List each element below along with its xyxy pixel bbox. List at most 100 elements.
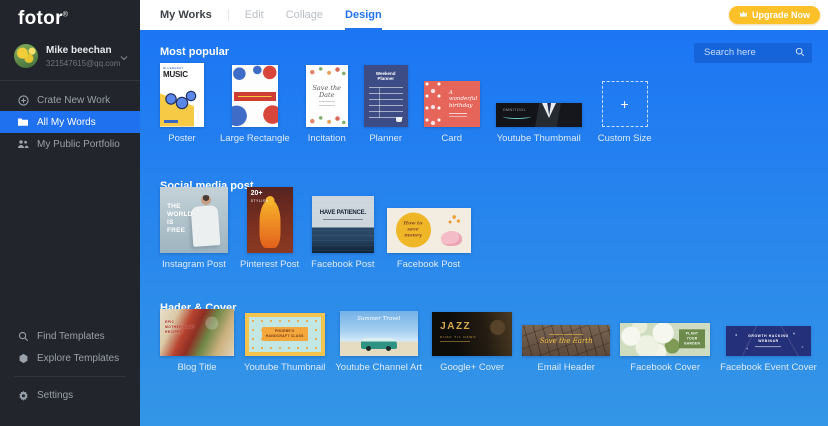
template-card-card[interactable]: A wonderful birthday Card (424, 81, 480, 144)
template-label: Youtube Thumbmail (497, 133, 581, 144)
facebook-post-thumbnail[interactable]: HAVE PATIENCE. (312, 196, 374, 253)
most-popular-row: BLUEBERRY MUSIC Poster Large Rectangle S… (160, 79, 812, 144)
template-card-blog-title[interactable]: EPIC MOTHER'S DAY RECIPES Blog Title (160, 309, 234, 373)
template-card-custom-size[interactable]: + Custom Size (598, 81, 652, 144)
sidebar-item-settings[interactable]: Settings (0, 384, 140, 406)
main-area: My Works Edit Collage Design Upgrade Now… (140, 0, 828, 426)
pinterest-post-thumbnail[interactable]: 20+ STYLISH (247, 187, 293, 253)
sidebar-item-my-public-portfolio[interactable]: My Public Portfolio (0, 133, 140, 155)
pinterest-big-text: 20+ (251, 190, 263, 197)
top-navigation-bar: My Works Edit Collage Design Upgrade Now (140, 0, 828, 30)
search-icon (17, 330, 29, 342)
template-card-facebook-event-cover[interactable]: GROWTH HACKING WEBINAR Facebook Event Co… (720, 326, 817, 373)
template-card-youtube-thumbnail[interactable]: PHOEBE'S HANDCRAFT CLASS Youtube Thumbna… (244, 313, 325, 373)
template-card-large-rectangle[interactable]: Large Rectangle (220, 65, 290, 144)
user-info: Mike beechan 321547615@qq.com (46, 45, 120, 68)
vintage-car-graphic (361, 338, 397, 349)
tab-edit[interactable]: Edit (245, 0, 264, 30)
sidebar-item-label: Find Templates (37, 331, 105, 342)
template-card-instagram-post[interactable]: THE WORLD IS FREE Instagram Post (160, 187, 228, 270)
people-icon (17, 138, 29, 150)
event-cover-text: GROWTH HACKING WEBINAR (726, 334, 811, 348)
fotor-logo[interactable]: fotor® (0, 0, 140, 36)
header-cover-row: EPIC MOTHER'S DAY RECIPES Blog Title PHO… (160, 326, 812, 373)
template-label: Planner (369, 133, 402, 144)
sidebar-item-label: My Public Portfolio (37, 139, 120, 150)
sidebar-item-label: Crate New Work (37, 95, 110, 106)
sidebar-item-all-my-words[interactable]: All My Words (0, 111, 140, 133)
upgrade-now-button[interactable]: Upgrade Now (729, 6, 820, 24)
template-card-youtube-thumbmail[interactable]: OMNITOOL Youtube Thumbmail (496, 103, 582, 144)
user-email: 321547615@qq.com (46, 59, 120, 68)
template-card-poster[interactable]: BLUEBERRY MUSIC Poster (160, 63, 204, 144)
template-label: Facebook Event Cover (720, 362, 817, 373)
custom-size-tile[interactable]: + (602, 81, 648, 127)
tab-my-works[interactable]: My Works (160, 0, 212, 30)
youtube-thumbnail-text: PHOEBE'S HANDCRAFT CLASS (262, 327, 308, 342)
user-name: Mike beechan (46, 45, 120, 56)
app-window: fotor® Mike beechan 321547615@qq.com Cra… (0, 0, 828, 426)
sidebar-footer-divider (14, 376, 126, 377)
logo-registered-mark: ® (63, 12, 68, 19)
facebook-cover-thumbnail[interactable]: PLANT YOUR GARDEN (620, 323, 710, 356)
jazz-subtitle-text: DUSK TIL DAWN (440, 335, 476, 342)
template-label: Facebook Post (397, 259, 460, 270)
template-card-youtube-channel-art[interactable]: Summer Travel Youtube Channel Art (335, 311, 422, 373)
template-card-facebook-post-piggy[interactable]: How to save money Facebook Post (387, 208, 471, 270)
instagram-title-text: THE WORLD IS FREE (167, 203, 193, 236)
template-card-planner[interactable]: Weekend Planner Planner (364, 65, 408, 144)
blog-title-thumbnail[interactable]: EPIC MOTHER'S DAY RECIPES (160, 309, 234, 356)
plus-icon: + (621, 97, 629, 111)
youtube-channel-art-thumbnail[interactable]: Summer Travel (340, 311, 418, 356)
template-card-facebook-post-ocean[interactable]: HAVE PATIENCE. Facebook Post (311, 196, 374, 270)
sidebar-item-find-templates[interactable]: Find Templates (0, 325, 140, 347)
template-label: Facebook Post (311, 259, 374, 270)
template-label: Google+ Cover (440, 362, 504, 373)
hexagon-icon (17, 352, 29, 364)
poster-thumbnail[interactable]: BLUEBERRY MUSIC (160, 63, 204, 127)
google-plus-cover-thumbnail[interactable]: JAZZ DUSK TIL DAWN (432, 312, 512, 356)
planner-thumbnail[interactable]: Weekend Planner (364, 65, 408, 127)
template-card-pinterest-post[interactable]: 20+ STYLISH Pinterest Post (240, 187, 299, 270)
sidebar-spacer (0, 155, 140, 325)
logo-text: fotor (18, 8, 63, 29)
template-card-incitation[interactable]: Save the Date Incitation (306, 65, 348, 144)
folder-icon (17, 116, 29, 128)
search-icon[interactable] (795, 47, 805, 57)
facebook-post-title-text: HAVE PATIENCE. (312, 210, 374, 220)
facebook-event-cover-thumbnail[interactable]: GROWTH HACKING WEBINAR (726, 326, 811, 356)
tab-collage[interactable]: Collage (286, 0, 323, 30)
template-label: Youtube Thumbnail (244, 362, 325, 373)
template-card-email-header[interactable]: Save the Earth Email Header (522, 325, 610, 373)
card-script-text: A wonderful birthday (449, 90, 478, 115)
invitation-script-text: Save the Date (312, 85, 341, 107)
template-label: Large Rectangle (220, 133, 290, 144)
user-profile[interactable]: Mike beechan 321547615@qq.com (0, 36, 140, 78)
sidebar-divider (0, 80, 140, 81)
facebook-post-thumbnail[interactable]: How to save money (387, 208, 471, 253)
incitation-thumbnail[interactable]: Save the Date (306, 65, 348, 127)
email-header-thumbnail[interactable]: Save the Earth (522, 325, 610, 356)
card-thumbnail[interactable]: A wonderful birthday (424, 81, 480, 127)
piggy-script-text: How to save money (396, 221, 431, 240)
sidebar-item-label: All My Words (37, 117, 96, 128)
channel-art-script-text: Summer Travel (340, 316, 418, 322)
template-card-facebook-cover[interactable]: PLANT YOUR GARDEN Facebook Cover (620, 323, 710, 373)
youtube-thumbnail-thumbnail[interactable]: PHOEBE'S HANDCRAFT CLASS (245, 313, 325, 356)
sidebar-item-create-new-work[interactable]: Crate New Work (0, 89, 140, 111)
tab-design[interactable]: Design (345, 0, 382, 30)
sidebar-item-label: Settings (37, 390, 73, 401)
youtube-thumbmail-thumbnail[interactable]: OMNITOOL (496, 103, 582, 127)
email-header-script-text: Save the Earth (522, 334, 610, 345)
large-rectangle-thumbnail[interactable] (232, 65, 278, 127)
avatar[interactable] (14, 44, 38, 68)
section-most-popular-header: Most popular (160, 42, 812, 63)
search-box[interactable] (694, 42, 812, 63)
template-card-google-plus-cover[interactable]: JAZZ DUSK TIL DAWN Google+ Cover (432, 312, 512, 373)
planner-title-text: Weekend Planner (364, 71, 408, 83)
thumbnail-brand-text: OMNITOOL (503, 108, 531, 119)
sidebar-item-explore-templates[interactable]: Explore Templates (0, 347, 140, 369)
template-label: Poster (168, 133, 195, 144)
instagram-post-thumbnail[interactable]: THE WORLD IS FREE (160, 187, 228, 253)
chevron-down-icon[interactable] (120, 48, 128, 66)
